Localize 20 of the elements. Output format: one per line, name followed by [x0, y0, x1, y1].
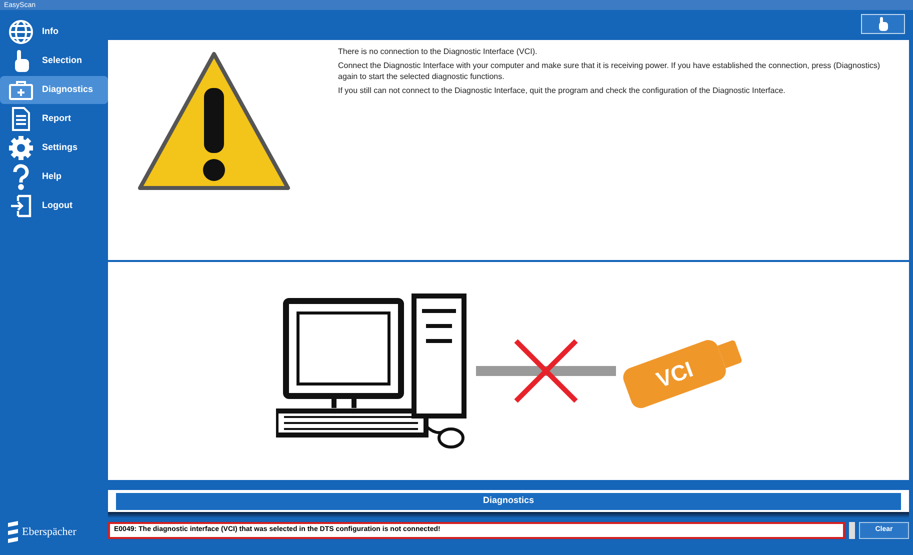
sidebar-item[interactable]: Report: [0, 105, 108, 133]
touch-button[interactable]: [861, 14, 905, 34]
sidebar-item[interactable]: Settings: [0, 134, 108, 162]
message-text: Connect the Diagnostic Interface with your computer and make sure that it is receiving power. If you have established the connection, press (Diagnostics) again to start the selected diagnostic functions.: [338, 60, 882, 82]
section-header-bar: Diagnostics: [116, 492, 901, 510]
message-text: If you still can not connect to the Diagnostic Interface, quit the program and check the configuration of the Diagnostic Interface.: [338, 85, 786, 96]
globe-icon: [8, 19, 34, 45]
logo-icon: [8, 521, 18, 543]
sidebar-item[interactable]: Logout: [0, 192, 108, 220]
device-label: VCI: [652, 355, 697, 394]
sidebar-item[interactable]: Help: [0, 163, 108, 191]
sidebar-item[interactable]: Info: [0, 18, 108, 46]
sidebar-item[interactable]: Diagnostics: [0, 76, 108, 104]
pointing-hand-icon: [877, 17, 889, 31]
settings-icon: [8, 135, 34, 161]
scrollbar[interactable]: [849, 522, 855, 538]
sidebar-item[interactable]: Selection: [0, 47, 108, 75]
brand-name: Eberspächer: [22, 524, 76, 540]
message-text: There is no connection to the Diagnostic Interface (VCI).: [338, 46, 538, 57]
logout-icon: [8, 193, 34, 219]
